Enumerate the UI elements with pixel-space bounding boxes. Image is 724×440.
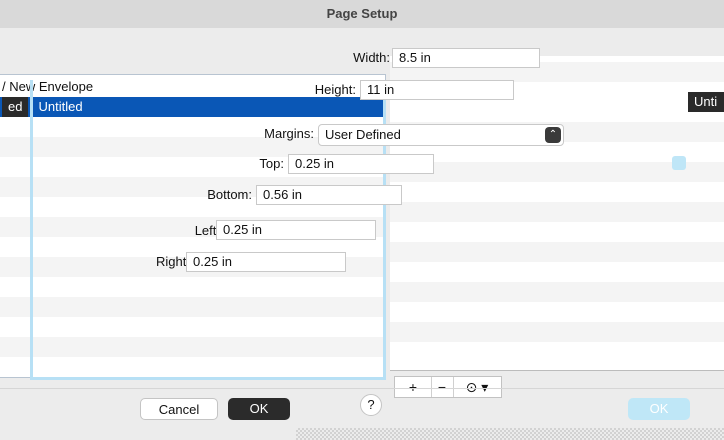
divider [0,388,724,389]
transparency-pattern [296,428,724,440]
list-row [390,242,724,262]
cancel-button[interactable]: Cancel [140,398,218,420]
remove-button[interactable]: − [431,377,454,397]
margins-value: User Defined [325,127,401,142]
list-row [390,322,724,342]
list-row [0,297,384,317]
list-item-label: / New Envelope [2,79,94,94]
bottom-label: Bottom: [207,187,252,202]
help-button[interactable]: ? [360,394,382,416]
margins-select[interactable]: User Defined ⌃ [318,124,564,146]
left-label: Left: [194,223,220,238]
right-label: Right: [156,254,190,269]
list-row [390,282,724,302]
right-margin-field[interactable]: 0.25 in [186,252,346,272]
width-field[interactable]: 8.5 in [392,48,540,68]
lock-icon [672,156,686,170]
more-options-button[interactable]: ⊙ ▾ [453,377,501,397]
list-item-selected[interactable]: ed Untitled [0,97,384,117]
top-label: Top: [259,156,284,171]
bottom-margin-field[interactable]: 0.56 in [256,185,402,205]
width-label: Width: [353,50,390,65]
page-setup-sheet: Unti / New Envelope ed Untitled Width: 8.… [0,28,724,440]
ok-button[interactable]: OK [228,398,290,420]
left-margin-field[interactable]: 0.25 in [216,220,376,240]
list-item-cap: ed [2,97,29,117]
list-tools: + − ⊙ ▾ [394,376,502,398]
list-row [390,202,724,222]
height-field[interactable]: 11 in [360,80,514,100]
list-item-label: Untitled [38,99,83,114]
list-row [0,337,384,357]
window-title: Page Setup [326,6,398,21]
chevron-updown-icon: ⌃ [545,127,561,143]
top-margin-field[interactable]: 0.25 in [288,154,434,174]
right-selected-item[interactable]: Unti [688,92,724,112]
window-titlebar: Page Setup [0,0,724,28]
ok-button-secondary[interactable]: OK [628,398,690,420]
height-label: Height: [314,82,356,97]
add-button[interactable]: + [395,377,432,397]
margins-label: Margins: [264,126,314,141]
right-paper-list[interactable]: Unti [390,56,724,371]
